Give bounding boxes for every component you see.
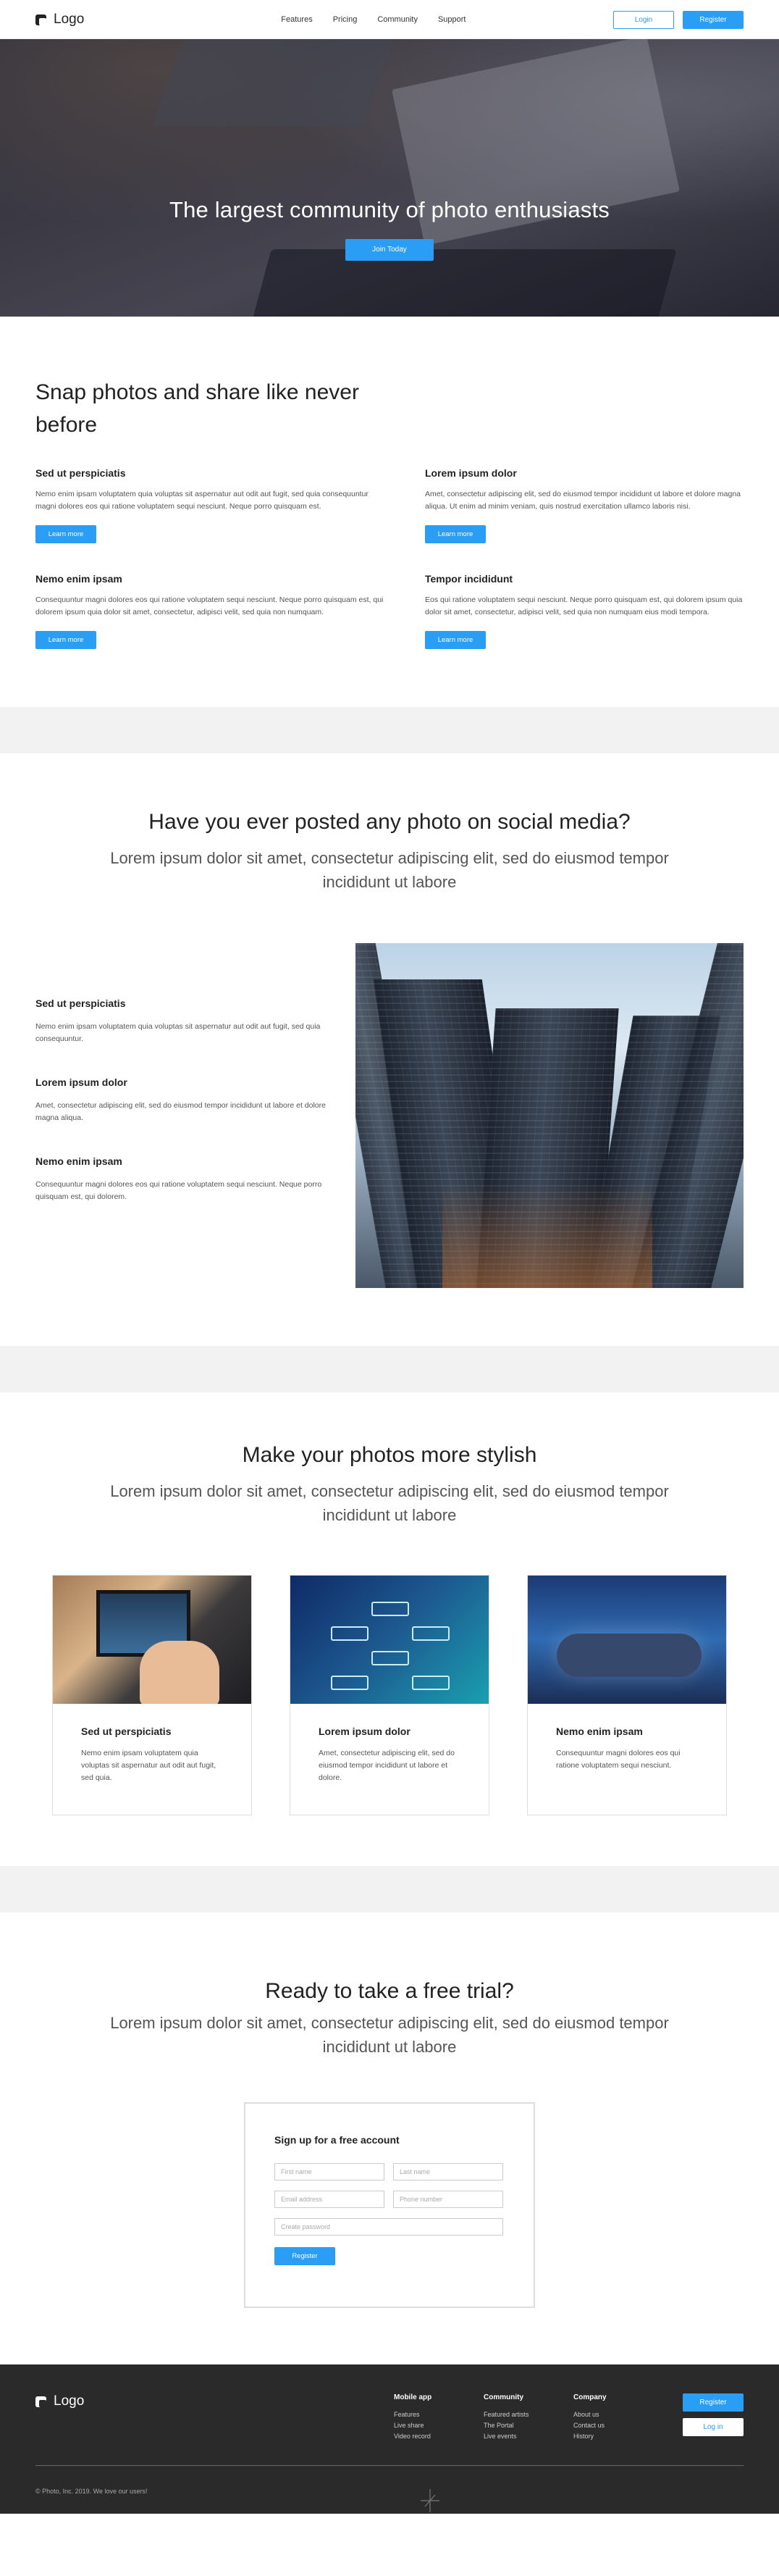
learn-more-button[interactable]: Learn more: [425, 631, 486, 649]
feature-card[interactable]: Lorem ipsum dolor Amet, consectetur adip…: [290, 1575, 489, 1815]
feature-item: Nemo enim ipsam Consequuntur magni dolor…: [35, 573, 390, 649]
section-divider-band: [0, 1346, 779, 1392]
main-nav: Features Pricing Community Support: [281, 15, 466, 24]
feature-title: Sed ut perspiciatis: [35, 467, 126, 479]
nav-pricing[interactable]: Pricing: [333, 15, 358, 24]
feature-card[interactable]: Nemo enim ipsam Consequuntur magni dolor…: [527, 1575, 727, 1815]
features-title: Snap photos and share like never before: [35, 380, 359, 437]
social-title: Have you ever posted any photo on social…: [148, 810, 631, 834]
footer-column-mobile-app: Mobile app Features Live share Video rec…: [394, 2393, 443, 2443]
social-item: Sed ut perspiciatis Nemo enim ipsam volu…: [35, 998, 340, 1045]
trial-section: Ready to take a free trial? Lorem ipsum …: [0, 1912, 779, 2364]
feature-item: Sed ut perspiciatis Nemo enim ipsam volu…: [35, 467, 390, 543]
section-divider-band: [0, 1866, 779, 1912]
social-item-text: Consequuntur magni dolores eos qui ratio…: [35, 1179, 322, 1201]
section-divider-band: [0, 707, 779, 753]
footer-column-title: Mobile app: [394, 2393, 432, 2401]
hero-title: The largest community of photo enthusias…: [169, 197, 610, 222]
footer-column-title: Community: [484, 2393, 523, 2401]
copyright-text: © Photo, Inc. 2019. We love our users!: [35, 2488, 148, 2495]
signup-form: Sign up for a free account First name La…: [244, 2102, 535, 2308]
login-button[interactable]: Login: [613, 10, 674, 29]
footer-link[interactable]: Live events: [484, 2433, 533, 2440]
last-name-input[interactable]: Last name: [393, 2163, 503, 2180]
social-subtitle: Lorem ipsum dolor sit amet, consectetur …: [110, 849, 669, 891]
footer-link[interactable]: About us: [573, 2411, 623, 2418]
logo-text: Logo: [54, 12, 85, 27]
social-item-title: Sed ut perspiciatis: [35, 997, 126, 1009]
learn-more-button[interactable]: Learn more: [35, 631, 96, 649]
stylish-subtitle: Lorem ipsum dolor sit amet, consectetur …: [110, 1482, 669, 1524]
footer-column-company: Company About us Contact us History: [573, 2393, 623, 2443]
email-input[interactable]: Email address: [274, 2191, 384, 2208]
card-text: Consequuntur magni dolores eos qui ratio…: [556, 1749, 681, 1770]
logo-icon: [35, 2396, 46, 2407]
social-item-text: Nemo enim ipsam voluptatem quia voluptas…: [35, 1021, 321, 1043]
footer-logo-text: Logo: [54, 2393, 85, 2409]
learn-more-button[interactable]: Learn more: [35, 525, 96, 543]
phone-input[interactable]: Phone number: [393, 2191, 503, 2208]
features-section: Snap photos and share like never before …: [0, 317, 779, 707]
social-item-text: Amet, consectetur adipiscing elit, sed d…: [35, 1100, 326, 1122]
site-header: Logo Features Pricing Community Support …: [0, 0, 779, 39]
footer-register-button[interactable]: Register: [683, 2393, 744, 2412]
register-button[interactable]: Register: [683, 10, 744, 29]
card-text: Amet, consectetur adipiscing elit, sed d…: [319, 1749, 455, 1782]
learn-more-button[interactable]: Learn more: [425, 525, 486, 543]
footer-link[interactable]: Featured artists: [484, 2411, 533, 2418]
feature-title: Tempor incididunt: [425, 573, 513, 585]
logo-icon: [35, 14, 46, 25]
feature-title: Nemo enim ipsam: [35, 573, 122, 585]
card-text: Nemo enim ipsam voluptatem quia voluptas…: [81, 1749, 216, 1782]
diagram-image: [290, 1576, 489, 1704]
signup-register-button[interactable]: Register: [274, 2247, 335, 2265]
nav-features[interactable]: Features: [281, 15, 312, 24]
trial-title: Ready to take a free trial?: [265, 1979, 514, 2003]
trial-subtitle: Lorem ipsum dolor sit amet, consectetur …: [110, 2014, 669, 2056]
first-name-input[interactable]: First name: [274, 2163, 384, 2180]
social-item: Lorem ipsum dolor Amet, consectetur adip…: [35, 1076, 340, 1124]
card-title: Sed ut perspiciatis: [81, 1726, 172, 1737]
feature-item: Lorem ipsum dolor Amet, consectetur adip…: [425, 467, 744, 543]
footer-column-title: Company: [573, 2393, 607, 2401]
skyscraper-image: [355, 943, 744, 1288]
hero-overlay: [0, 39, 779, 317]
hero-section: The largest community of photo enthusias…: [0, 39, 779, 317]
stylish-title: Make your photos more stylish: [242, 1443, 537, 1467]
logo[interactable]: Logo: [35, 12, 84, 28]
card-title: Nemo enim ipsam: [556, 1726, 643, 1737]
footer-link[interactable]: Contact us: [573, 2422, 623, 2429]
footer-link[interactable]: Features: [394, 2411, 443, 2418]
feature-item: Tempor incididunt Eos qui ratione volupt…: [425, 573, 744, 649]
site-footer: Logo Mobile app Features Live share Vide…: [0, 2364, 779, 2514]
footer-login-button[interactable]: Log in: [683, 2418, 744, 2436]
footer-decoration-icon: [421, 2489, 439, 2512]
feature-card[interactable]: Sed ut perspiciatis Nemo enim ipsam volu…: [52, 1575, 252, 1815]
feature-text: Eos qui ratione voluptatem sequi nesciun…: [425, 595, 743, 616]
password-input[interactable]: Create password: [274, 2218, 503, 2236]
footer-link[interactable]: Live share: [394, 2422, 443, 2429]
footer-logo[interactable]: Logo: [35, 2393, 744, 2409]
feature-text: Nemo enim ipsam voluptatem quia voluptas…: [35, 490, 369, 511]
social-section: Have you ever posted any photo on social…: [0, 753, 779, 1346]
nav-support[interactable]: Support: [438, 15, 466, 24]
social-item: Nemo enim ipsam Consequuntur magni dolor…: [35, 1155, 340, 1203]
social-item-title: Nemo enim ipsam: [35, 1155, 122, 1167]
laptop-image: [53, 1576, 251, 1704]
stylish-section: Make your photos more stylish Lorem ipsu…: [0, 1392, 779, 1866]
card-title: Lorem ipsum dolor: [319, 1726, 410, 1737]
footer-column-community: Community Featured artists The Portal Li…: [484, 2393, 533, 2443]
footer-divider: [35, 2465, 744, 2466]
feature-text: Amet, consectetur adipiscing elit, sed d…: [425, 490, 741, 511]
footer-link[interactable]: History: [573, 2433, 623, 2440]
footer-link[interactable]: Video record: [394, 2433, 443, 2440]
social-item-title: Lorem ipsum dolor: [35, 1076, 127, 1088]
feature-text: Consequuntur magni dolores eos qui ratio…: [35, 595, 384, 616]
handshake-image: [528, 1576, 726, 1704]
join-today-button[interactable]: Join Today: [345, 239, 434, 261]
footer-link[interactable]: The Portal: [484, 2422, 533, 2429]
feature-title: Lorem ipsum dolor: [425, 467, 517, 479]
nav-community[interactable]: Community: [377, 15, 418, 24]
signup-title: Sign up for a free account: [274, 2134, 400, 2146]
